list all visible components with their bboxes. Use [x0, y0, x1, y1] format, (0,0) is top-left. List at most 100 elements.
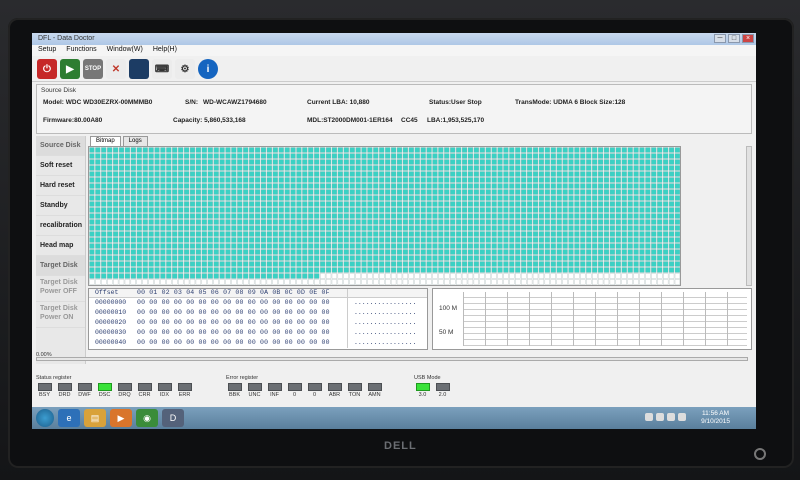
hex-row: 00000030 00 00 00 00 00 00 00 00 00 00 00… — [89, 328, 427, 338]
registers-panel: Status register BSY DRD DWF DSC DRQ CRR IDX ERR… — [36, 375, 752, 405]
dfl-icon[interactable]: D — [162, 409, 184, 427]
sidebar-recalibration[interactable]: recalibration — [36, 216, 85, 236]
error-register-title: Error register — [226, 375, 259, 381]
power-icon[interactable]: ⏻ — [37, 59, 57, 79]
sidebar-hard-reset[interactable]: Hard reset — [36, 176, 85, 196]
media-icon[interactable]: ▶ — [110, 409, 132, 427]
play-icon[interactable]: ▶ — [60, 59, 80, 79]
window-title: DFL - Data Doctor — [38, 35, 95, 42]
tab-logs[interactable]: Logs — [122, 136, 148, 146]
tools-icon[interactable]: ✕ — [106, 59, 126, 79]
error-register: Error register BBK UNC INF 0 0 ABR TON AMN — [226, 375, 383, 398]
main-area: Source Disk Soft reset Hard reset Standb… — [36, 136, 752, 364]
progress-bar — [36, 357, 748, 361]
led-drd: DRD — [56, 383, 73, 398]
source-disk-legend: Source Disk — [41, 87, 77, 94]
content-area: Bitmap Logs Offset 00 01 02 03 04 05 06 … — [36, 136, 752, 364]
gear-icon[interactable]: ⚙ — [175, 59, 195, 79]
led-err: ERR — [176, 383, 193, 398]
tab-bitmap[interactable]: Bitmap — [90, 136, 121, 146]
current-lba: Current LBA: 10,880 — [307, 99, 370, 106]
monitor-screen: DFL - Data Doctor ─ □ × Setup Functions … — [32, 33, 756, 429]
graph-label-50m: 50 M — [439, 329, 454, 336]
taskbar-clock[interactable]: 11:56 AM 9/10/2015 — [701, 410, 730, 426]
sidebar-target-disk[interactable]: Target Disk — [36, 256, 85, 276]
taskbar: e ▤ ▶ ◉ D 11:56 AM 9/10/2015 — [32, 407, 756, 429]
sidebar-target-power-off[interactable]: Target Disk Power OFF — [36, 276, 85, 302]
hex-row: 00000020 00 00 00 00 00 00 00 00 00 00 00… — [89, 318, 427, 328]
sidebar: Source Disk Soft reset Hard reset Standb… — [36, 136, 86, 364]
source-disk-panel: Source Disk Model: WDC WD30EZRX-00MMMB0 … — [36, 84, 752, 134]
sidebar-standby[interactable]: Standby — [36, 196, 85, 216]
minimize-button[interactable]: ─ — [714, 34, 726, 43]
led-drq: DRQ — [116, 383, 133, 398]
status-register: Status register BSY DRD DWF DSC DRQ CRR IDX ERR — [36, 375, 193, 398]
led-unc: UNC — [246, 383, 263, 398]
led-0: 0 — [306, 383, 323, 398]
toolbar: ⏻ ▶ STOP ✕ ⌨ ⚙ i — [32, 56, 756, 82]
monitor-brand: DELL — [384, 440, 417, 452]
led-2.0: 2.0 — [434, 383, 451, 398]
close-button[interactable]: × — [742, 34, 754, 43]
lba-field: LBA:1,953,525,170 — [427, 117, 485, 124]
led-0: 0 — [286, 383, 303, 398]
hex-row: 00000040 00 00 00 00 00 00 00 00 00 00 00… — [89, 338, 427, 348]
cc45-field: CC45 — [401, 117, 418, 124]
chrome-icon[interactable]: ◉ — [136, 409, 158, 427]
graph-grid — [463, 292, 747, 346]
sidebar-soft-reset[interactable]: Soft reset — [36, 156, 85, 176]
system-tray — [645, 413, 686, 421]
info-icon[interactable]: i — [198, 59, 218, 79]
led-bsy: BSY — [36, 383, 53, 398]
clock-time: 11:56 AM — [702, 410, 730, 417]
menu-window[interactable]: Window(W) — [107, 46, 143, 55]
usb-mode-title: USB Mode — [414, 375, 441, 381]
monitor-power-button[interactable] — [754, 448, 766, 460]
hex-offset-header: Offset — [95, 289, 119, 296]
led-3.0: 3.0 — [414, 383, 431, 398]
window-titlebar: DFL - Data Doctor ─ □ × — [32, 33, 756, 45]
sn-value: WD-WCAWZ1794680 — [203, 99, 267, 106]
usb-mode: USB Mode 3.0 2.0 — [414, 375, 451, 398]
status-field: Status:User Stop — [429, 99, 482, 106]
capacity-field: Capacity: 5,860,533,168 — [173, 117, 246, 124]
tab-strip: Bitmap Logs — [88, 136, 752, 146]
sn-label: S/N: — [185, 99, 198, 106]
progress-area: 0.00% — [36, 352, 752, 361]
ie-icon[interactable]: e — [58, 409, 80, 427]
graph-label-100m: 100 M — [439, 305, 458, 312]
led-crr: CRR — [136, 383, 153, 398]
start-button[interactable] — [36, 409, 54, 427]
screen-icon[interactable] — [129, 59, 149, 79]
transmode-field: TransMode: UDMA 6 Block Size:128 — [515, 99, 626, 106]
photo-scene: DELL DFL - Data Doctor ─ □ × Setup Funct… — [0, 0, 800, 480]
stop-icon[interactable]: STOP — [83, 59, 103, 79]
menu-help[interactable]: Help(H) — [153, 46, 177, 55]
maximize-button[interactable]: □ — [728, 34, 740, 43]
menu-setup[interactable]: Setup — [38, 46, 56, 55]
led-amn: AMN — [366, 383, 383, 398]
mdl-field: MDL:ST2000DM001-1ER164 — [307, 117, 393, 124]
led-inf: INF — [266, 383, 283, 398]
hex-bytes-header: 00 01 02 03 04 05 06 07 08 09 0A 0B 0C 0… — [137, 289, 330, 296]
sector-bitmap — [88, 146, 682, 286]
led-ton: TON — [346, 383, 363, 398]
hex-viewer: Offset 00 01 02 03 04 05 06 07 08 09 0A … — [88, 288, 428, 350]
firmware-field: Firmware:80.00A80 — [43, 117, 103, 124]
model-field: Model: WDC WD30EZRX-00MMMB0 — [43, 99, 153, 106]
led-bbk: BBK — [226, 383, 243, 398]
status-register-title: Status register — [36, 375, 72, 381]
clock-date: 9/10/2015 — [701, 418, 730, 425]
menu-functions[interactable]: Functions — [66, 46, 96, 55]
sidebar-head-map[interactable]: Head map — [36, 236, 85, 256]
menu-bar: Setup Functions Window(W) Help(H) — [32, 45, 756, 56]
sidebar-target-power-on[interactable]: Target Disk Power ON — [36, 302, 85, 328]
sidebar-source-disk[interactable]: Source Disk — [36, 136, 85, 156]
hex-row: 00000000 00 00 00 00 00 00 00 00 00 00 00… — [89, 298, 427, 308]
led-dsc: DSC — [96, 383, 113, 398]
keyboard-icon[interactable]: ⌨ — [152, 59, 172, 79]
folder-icon[interactable]: ▤ — [84, 409, 106, 427]
bitmap-scrollbar[interactable] — [746, 146, 752, 286]
speed-graph: 100 M 50 M — [432, 288, 752, 350]
hex-row: 00000010 00 00 00 00 00 00 00 00 00 00 00… — [89, 308, 427, 318]
